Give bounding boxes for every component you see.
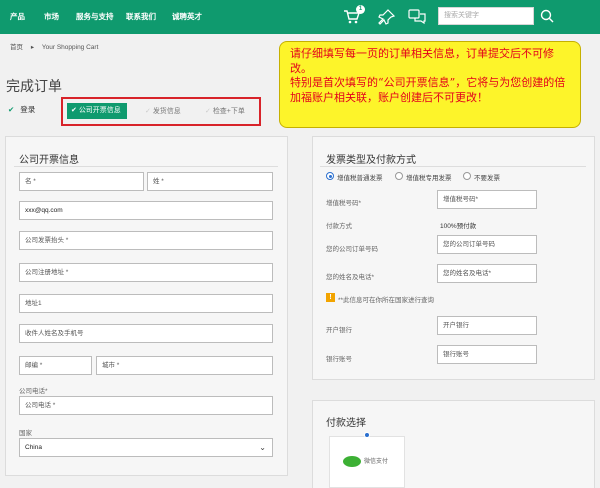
search-icon[interactable] [536, 7, 558, 25]
nav-item-contact[interactable]: 联系我们 [126, 11, 156, 22]
tax-number-label: 增值税号码* [326, 200, 362, 207]
phone-field[interactable]: 公司电话 * [19, 396, 273, 415]
check-icon: ✔ [8, 105, 15, 114]
note-line-1: 请仔细填写每一页的订单相关信息，订单提交后不可修改。 [290, 47, 554, 75]
nav-item-market[interactable]: 市场 [44, 11, 59, 22]
instruction-note: 请仔细填写每一页的订单相关信息，订单提交后不可修改。 特别是首次填写的“公司开票… [279, 41, 581, 128]
tax-number-field[interactable]: 增值税号码* [437, 190, 537, 209]
notice-text: **此信息可在你所在国家进行查询 [338, 297, 435, 304]
payment-choice-title: 付款选择 [326, 418, 366, 429]
company-invoice-title: 公司开票信息 [19, 155, 79, 166]
company-address-field[interactable]: 公司注册地址 * [19, 263, 273, 282]
check-icon: ✓ [145, 108, 153, 115]
postcode-field[interactable]: 邮编 * [19, 356, 92, 375]
country-value: China [25, 444, 42, 451]
wechat-pay-label: 微信支付 [343, 456, 388, 467]
recipient-field[interactable]: 收件人姓名及手机号 [19, 324, 273, 343]
account-field[interactable]: 银行账号 [437, 345, 537, 364]
radio-no-invoice[interactable] [463, 172, 471, 180]
radio-no-invoice-label: 不要发票 [474, 175, 500, 182]
check-icon: ✔ [71, 107, 79, 114]
divider [320, 166, 586, 167]
nav-item-products[interactable]: 产品 [10, 11, 25, 22]
breadcrumb-current: Your Shopping Cart [41, 44, 99, 51]
payment-method-label: 付款方式 [326, 223, 352, 230]
chevron-right-icon: ▸ [30, 44, 35, 51]
bank-label: 开户银行 [326, 327, 352, 334]
phone-label: 公司电话* [19, 388, 48, 395]
divider [14, 166, 278, 167]
city-field[interactable]: 城市 * [96, 356, 273, 375]
page-title: 完成订单 [6, 78, 62, 94]
chevron-down-icon: ⌄ [259, 443, 266, 452]
step-review-order[interactable]: ✓ 检查+下单 [205, 106, 245, 116]
nav-item-careers[interactable]: 诚聘英才 [172, 11, 202, 22]
radio-special-invoice[interactable] [395, 172, 403, 180]
address1-field[interactable]: 地址1 [19, 294, 273, 313]
warning-icon: ! [326, 293, 335, 302]
account-label: 银行账号 [326, 356, 352, 363]
payment-method-value: 100%预付款 [440, 223, 477, 230]
top-nav: 产品 市场 服务与支持 联系我们 诚聘英才 1 搜索关键字 [0, 0, 600, 34]
wechat-logo-icon [343, 456, 361, 467]
chat-icon[interactable] [408, 8, 426, 26]
breadcrumb-home[interactable]: 首页 [10, 44, 23, 51]
step-login[interactable]: ✔ 登录 [8, 104, 35, 115]
note-line-2: 特别是首次填写的“公司开票信息”，它将与为您创建的倍加福账户相关联，账户创建后不… [290, 76, 566, 104]
name-phone-label: 您的姓名及电话* [326, 274, 375, 281]
search-input[interactable]: 搜索关键字 [438, 7, 534, 25]
breadcrumb: 首页 ▸ Your Shopping Cart [10, 41, 98, 51]
step-company-invoice[interactable]: ✔ 公司开票信息 [67, 103, 127, 119]
radio-regular-invoice[interactable] [326, 172, 334, 180]
company-title-field[interactable]: 公司发票抬头 * [19, 231, 273, 250]
wechat-pay-radio[interactable] [364, 432, 370, 438]
nav-item-service[interactable]: 服务与支持 [76, 11, 114, 22]
check-icon: ✓ [205, 108, 213, 115]
email-field[interactable]: xxx@qq.com [19, 201, 273, 220]
pin-icon[interactable] [378, 8, 396, 26]
name-phone-field[interactable]: 您的姓名及电话* [437, 264, 537, 283]
radio-regular-invoice-label: 增值税普通发票 [337, 175, 383, 182]
radio-special-invoice-label: 增值税专用发票 [406, 175, 452, 182]
step-shipping[interactable]: ✓ 发货信息 [145, 106, 181, 116]
country-select[interactable]: China ⌄ [19, 438, 273, 457]
po-number-label: 您的公司订单号码 [326, 246, 378, 253]
po-number-field[interactable]: 您的公司订单号码 [437, 235, 537, 254]
cart-count-badge: 1 [356, 5, 365, 14]
first-name-field[interactable]: 名 * [19, 172, 144, 191]
last-name-field[interactable]: 姓 * [147, 172, 273, 191]
country-label: 国家 [19, 430, 32, 437]
invoice-payment-title: 发票类型及付款方式 [326, 155, 416, 166]
bank-field[interactable]: 开户银行 [437, 316, 537, 335]
